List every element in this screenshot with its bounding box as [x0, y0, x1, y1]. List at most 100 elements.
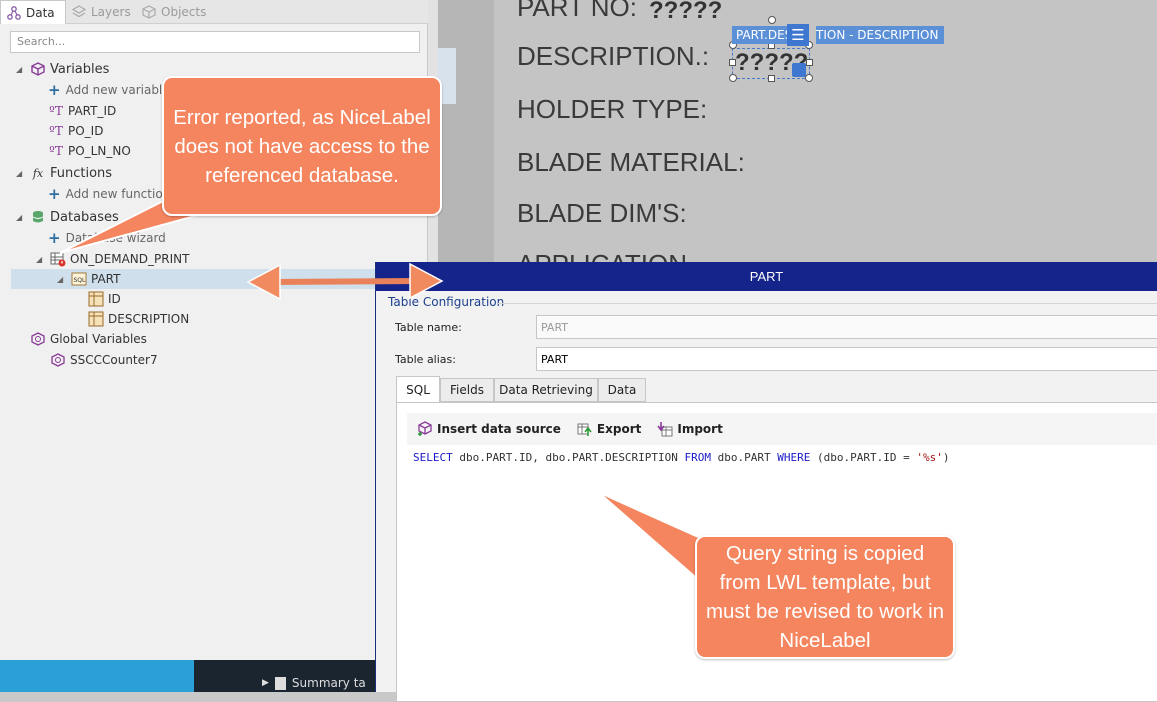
svg-text:SQL: SQL — [74, 277, 87, 284]
sql-text: (dbo.PART.ID = — [810, 451, 917, 464]
sql-string: '%s' — [916, 451, 943, 464]
search-input[interactable]: Search... — [10, 31, 420, 53]
group-divider — [498, 303, 1157, 304]
query-callout: Query string is copied from LWL template… — [695, 535, 955, 659]
tree-item-variable[interactable]: ºT PO_ID — [48, 121, 103, 141]
sql-text: ) — [942, 451, 950, 464]
field-icon — [88, 311, 104, 327]
panel-tabs: Data Layers Objects — [0, 0, 428, 24]
add-function-button[interactable]: + Add new function — [48, 184, 170, 204]
databases-label: Databases — [50, 209, 119, 225]
database-label: ON_DEMAND_PRINT — [70, 252, 190, 266]
export-button[interactable]: Export — [577, 421, 641, 437]
label-part-no[interactable]: PART NO: — [517, 0, 637, 23]
database-error-icon — [50, 251, 66, 267]
query-callout-text: Query string is copied from LWL template… — [705, 542, 945, 652]
tab-layers[interactable]: Layers — [66, 0, 136, 24]
table-name-field[interactable]: PART — [536, 315, 1157, 339]
objects-icon — [142, 5, 156, 19]
add-variable-button[interactable]: + Add new variable — [48, 80, 170, 100]
error-callout-text: Error reported, as NiceLabel does not ha… — [173, 105, 431, 187]
global-variable-icon — [50, 352, 66, 368]
sql-keyword: SELECT — [413, 451, 453, 464]
tree-item-counter[interactable]: SSCCCounter7 — [50, 350, 158, 370]
tree-item-global-variables[interactable]: Global Variables — [30, 329, 147, 349]
tab-data[interactable]: Data — [598, 378, 646, 402]
plus-icon: + — [48, 185, 61, 203]
import-icon — [657, 421, 673, 437]
label-description[interactable]: DESCRIPTION.: — [517, 41, 709, 72]
tab-objects[interactable]: Objects — [136, 0, 216, 24]
placeholder-part-no[interactable]: ????? — [649, 0, 722, 25]
export-label: Export — [596, 422, 642, 436]
error-callout: Error reported, as NiceLabel does not ha… — [162, 76, 442, 216]
collapse-arrow-icon[interactable]: ◢ — [16, 169, 26, 178]
variables-label: Variables — [50, 61, 110, 77]
menu-icon[interactable]: ☰ — [787, 24, 809, 46]
collapse-arrow-icon[interactable]: ◢ — [16, 65, 26, 74]
variable-label: PO_LN_NO — [68, 144, 131, 158]
object-tag-suffix: TION - DESCRIPTION — [816, 26, 945, 44]
functions-label: Functions — [50, 165, 113, 181]
database-wizard-button[interactable]: + Database wizard — [48, 228, 166, 248]
tree-item-table[interactable]: ◢ SQL PART — [11, 269, 428, 289]
label-application[interactable]: APPLICATION — [517, 249, 687, 262]
export-icon — [577, 421, 593, 437]
label-canvas[interactable]: PART NO: ????? DESCRIPTION.: HOLDER TYPE… — [494, 0, 1157, 262]
sql-table-icon: SQL — [71, 271, 87, 287]
sql-keyword: FROM — [684, 451, 712, 464]
sql-text: dbo.PART — [711, 451, 778, 464]
resize-handle[interactable] — [729, 59, 736, 66]
taskbar-active-item[interactable] — [0, 660, 194, 692]
tree-item-databases[interactable]: ◢ Databases — [16, 207, 119, 227]
tab-data-label: Data — [26, 5, 55, 20]
insert-data-source-button[interactable]: Insert data source — [417, 421, 561, 437]
tree-item-variable[interactable]: ºT PART_ID — [48, 101, 116, 121]
collapse-arrow-icon[interactable]: ◢ — [57, 275, 67, 284]
tab-data[interactable]: Data — [0, 0, 66, 24]
label-holder-type[interactable]: HOLDER TYPE: — [517, 94, 707, 125]
layers-icon — [71, 5, 87, 19]
tree-item-field[interactable]: DESCRIPTION — [88, 309, 189, 329]
sql-editor[interactable]: SELECT dbo.PART.ID, dbo.PART.DESCRIPTION… — [413, 451, 950, 464]
collapse-arrow-icon[interactable]: ◢ — [16, 213, 26, 222]
field-label: DESCRIPTION — [108, 312, 190, 326]
text-variable-icon: ºT — [49, 104, 63, 118]
resize-handle[interactable] — [729, 74, 737, 82]
tree-item-variables[interactable]: ◢ Variables — [16, 59, 109, 79]
collapse-arrow-icon[interactable]: ◢ — [36, 255, 46, 264]
dialog-title: PART — [376, 262, 1157, 291]
tree-item-field[interactable]: ID — [88, 289, 121, 309]
variable-label: PO_ID — [68, 124, 104, 138]
tab-layers-label: Layers — [91, 5, 131, 19]
table-name-label: Table name: — [395, 321, 462, 334]
group-caption: Table Configuration — [388, 295, 509, 309]
import-label: Import — [677, 422, 723, 436]
table-alias-field[interactable]: PART — [536, 347, 1157, 371]
tree-item-database[interactable]: ◢ ON_DEMAND_PRINT — [36, 249, 189, 269]
global-variables-label: Global Variables — [50, 332, 147, 346]
resize-handle[interactable] — [768, 75, 775, 82]
tree-item-variable[interactable]: ºT PO_LN_NO — [48, 141, 131, 161]
tab-fields[interactable]: Fields — [440, 378, 494, 402]
function-icon: fx — [32, 166, 44, 180]
rotate-handle[interactable] — [768, 16, 776, 24]
label-blade-material[interactable]: BLADE MATERIAL: — [517, 147, 745, 178]
tab-data-retrieving[interactable]: Data Retrieving — [494, 378, 598, 402]
add-variable-label: Add new variable — [65, 83, 170, 97]
table-alias-label: Table alias: — [395, 353, 456, 366]
text-variable-icon: ºT — [49, 124, 63, 138]
plus-icon: + — [48, 81, 61, 99]
variables-icon — [30, 61, 46, 77]
resize-handle[interactable] — [806, 59, 813, 66]
document-icon — [274, 676, 286, 690]
insert-data-source-label: Insert data source — [437, 422, 561, 436]
tab-sql[interactable]: SQL — [396, 376, 440, 403]
text-variable-icon: ºT — [49, 144, 63, 158]
import-button[interactable]: Import — [657, 421, 723, 437]
data-source-icon[interactable] — [792, 63, 806, 77]
resize-handle[interactable] — [805, 74, 813, 82]
taskbar-item[interactable]: ▶ Summary ta — [262, 674, 375, 692]
label-blade-dims[interactable]: BLADE DIM'S: — [517, 198, 687, 229]
tree-item-functions[interactable]: ◢ fx Functions — [16, 163, 112, 183]
